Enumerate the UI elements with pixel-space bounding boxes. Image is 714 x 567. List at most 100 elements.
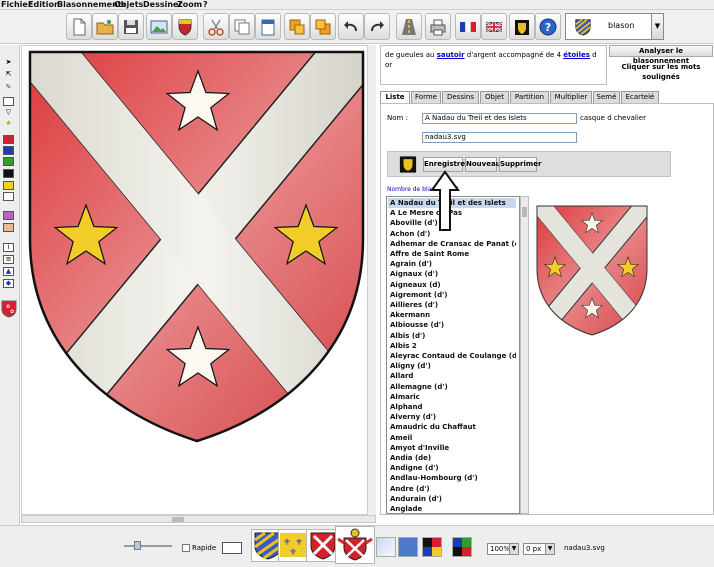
tab-forme[interactable]: Forme [411, 91, 441, 103]
star-tool-icon[interactable]: ★ [3, 119, 14, 128]
blason-list[interactable]: A Nadau du Treil et des IsletsA Le Mesre… [386, 196, 520, 514]
list-item[interactable]: Aigremont (d') [388, 290, 516, 300]
print-button[interactable] [425, 13, 451, 40]
list-item[interactable]: Andlau-Hombourg (d') [388, 473, 516, 483]
color-flesh-swatch[interactable] [3, 223, 14, 232]
diamond-icon[interactable]: ◆ [3, 279, 14, 288]
pointer-icon[interactable]: ⇱ [3, 70, 14, 79]
list-item[interactable]: Aleyrac Contaud de Coulange (de) [388, 351, 516, 361]
supprimer-button[interactable]: Supprimer [499, 157, 541, 172]
redo-button[interactable] [364, 13, 390, 40]
color-gold-swatch[interactable] [3, 181, 14, 190]
color-grid-alt-icon[interactable] [452, 537, 472, 557]
gradient-light-icon[interactable] [376, 537, 396, 557]
drawing-canvas[interactable] [21, 45, 376, 515]
file-field[interactable]: nadau3.svg [422, 132, 577, 143]
cut-button[interactable] [203, 13, 229, 40]
arms-button[interactable] [509, 13, 535, 40]
color-green-swatch[interactable] [3, 157, 14, 166]
rectangle-tool-icon[interactable] [3, 97, 14, 106]
texture-blue-icon[interactable] [398, 537, 418, 557]
blazon-link-sautoir[interactable]: sautoir [437, 51, 465, 59]
list-item[interactable]: Allard [388, 371, 516, 381]
copy-button[interactable] [229, 13, 255, 40]
chevron-down-icon[interactable]: ▼ [651, 14, 663, 39]
brush-icon[interactable]: ✎ [3, 83, 14, 92]
french-language-button[interactable] [455, 13, 481, 40]
slider-knob[interactable] [134, 541, 141, 550]
list-item[interactable]: Andurain (d') [388, 494, 516, 504]
undo-button[interactable] [338, 13, 364, 40]
send-back-button[interactable] [310, 13, 336, 40]
new-file-button[interactable] [66, 13, 92, 40]
save-button[interactable] [118, 13, 144, 40]
list-scrollbar[interactable] [520, 196, 529, 514]
scrollbar-thumb[interactable] [172, 517, 184, 522]
list-item[interactable]: Aignaux (d') [388, 269, 516, 279]
scrollbar-thumb[interactable] [522, 207, 527, 217]
chevron-down-icon[interactable]: ▼ [509, 544, 518, 554]
select-arrow-icon[interactable]: ➤ [3, 58, 14, 67]
color-grid-icon[interactable] [422, 537, 442, 557]
nom-field[interactable]: A Nadau du Treil et des Islets [422, 113, 577, 124]
list-item[interactable]: Andre (d') [388, 484, 516, 494]
list-item[interactable]: Alverny (d') [388, 412, 516, 422]
info-icon[interactable]: i [3, 243, 14, 252]
road-button[interactable] [396, 13, 422, 40]
english-language-button[interactable] [481, 13, 507, 40]
list-item[interactable]: Agrain (d') [388, 259, 516, 269]
shield-shape-icon[interactable]: ▽ [3, 108, 14, 117]
list-item[interactable]: Affre de Saint Rome [388, 249, 516, 259]
coat-of-arms-main[interactable] [27, 49, 372, 449]
shield-button[interactable] [172, 13, 198, 40]
tab-dessins[interactable]: Dessins [442, 91, 479, 103]
rapide-checkbox[interactable] [182, 544, 190, 552]
color-blue-swatch[interactable] [3, 146, 14, 155]
tab-multiplier[interactable]: Multiplier [550, 91, 592, 103]
analyse-blazon-button[interactable]: Analyser le blasonnement [609, 45, 713, 65]
red-shield-icon[interactable]: ✿✿ [1, 300, 17, 318]
zoom-slider[interactable] [124, 541, 172, 550]
tab-seme[interactable]: Semé [593, 91, 620, 103]
tab-ecartele[interactable]: Ecartelé [621, 91, 659, 103]
help-button[interactable]: ? [535, 13, 561, 40]
zoom-select[interactable]: 100% ▼ [487, 543, 519, 555]
list-item[interactable]: Anglade [388, 504, 516, 513]
color-purple-swatch[interactable] [3, 211, 14, 220]
open-button[interactable] [92, 13, 118, 40]
list-item[interactable]: Ameil [388, 433, 516, 443]
color-white-swatch[interactable] [3, 192, 14, 201]
color-black-swatch[interactable] [3, 169, 14, 178]
list-item[interactable]: Albis (d') [388, 331, 516, 341]
px-select[interactable]: 0 px ▼ [523, 543, 555, 555]
chevron-down-icon[interactable]: ▼ [545, 544, 554, 554]
list-item[interactable]: Amaudric du Chaffaut [388, 422, 516, 432]
heraldic-achievement-thumbnail[interactable] [335, 526, 375, 564]
canvas-horizontal-scrollbar[interactable] [21, 515, 376, 523]
bars-icon[interactable]: ≡ [3, 255, 14, 264]
list-item[interactable]: Amyot d'Inville [388, 443, 516, 453]
list-item[interactable]: Andia (de) [388, 453, 516, 463]
canvas-vertical-scrollbar[interactable] [367, 45, 376, 515]
menu-objets[interactable]: Objets [114, 0, 143, 10]
list-item[interactable]: Almaric [388, 392, 516, 402]
list-item[interactable]: Aillieres (d') [388, 300, 516, 310]
list-item[interactable]: Adhemar de Cransac de Panat (d') [388, 239, 516, 249]
list-item[interactable]: Akermann [388, 310, 516, 320]
blazon-description[interactable]: de gueules au sautoir d'argent accompagn… [380, 45, 607, 85]
list-item[interactable]: Albiousse (d') [388, 320, 516, 330]
list-item[interactable]: Albis 2 [388, 341, 516, 351]
blason-select[interactable]: blason ▼ [565, 13, 664, 40]
list-item[interactable]: Aigneaux (d) [388, 280, 516, 290]
export-image-button[interactable] [146, 13, 172, 40]
tab-liste[interactable]: Liste [380, 91, 410, 103]
list-item[interactable]: Allemagne (d') [388, 382, 516, 392]
blazon-link-etoiles[interactable]: étoiles [563, 51, 590, 59]
menu-help[interactable]: ? [203, 0, 208, 10]
bring-front-button[interactable] [284, 13, 310, 40]
current-color-box[interactable] [222, 542, 242, 554]
menu-zoom[interactable]: Zoom [177, 0, 202, 10]
nouveau-button[interactable]: Nouveau [465, 157, 501, 172]
triangle-icon[interactable]: ▲ [3, 267, 14, 276]
menu-edition[interactable]: Edition [28, 0, 60, 10]
